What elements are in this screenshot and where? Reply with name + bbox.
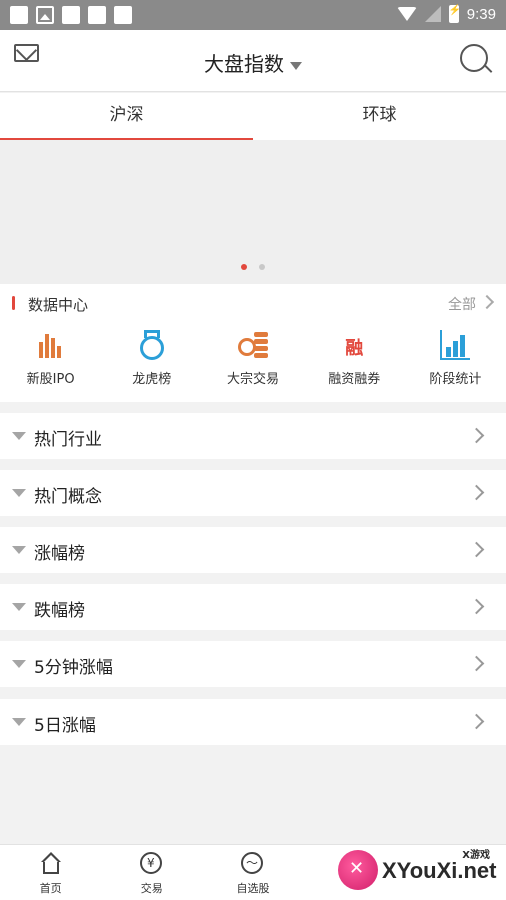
status-bar: 9:39: [0, 0, 506, 30]
section-marker: [12, 296, 15, 310]
section-row-losers[interactable]: 跌幅榜: [0, 584, 506, 630]
banner-carousel[interactable]: [0, 140, 506, 284]
yen-icon: ¥: [139, 852, 164, 876]
search-icon[interactable]: [460, 44, 493, 76]
collapse-triangle-icon: [12, 718, 26, 726]
ipo-icon: [36, 330, 66, 360]
no-signal-icon: [424, 6, 441, 22]
data-center-label: 大宗交易: [227, 372, 280, 387]
data-center-item-ipo[interactable]: 新股IPO: [0, 330, 101, 387]
notification-icon: [88, 6, 106, 24]
wifi-icon: [396, 7, 417, 21]
section-label: 5日涨幅: [34, 716, 96, 736]
section-label: 涨幅榜: [34, 544, 85, 564]
section-label: 跌幅榜: [34, 601, 85, 621]
data-center-label: 新股IPO: [26, 372, 75, 387]
chevron-right-icon: [468, 541, 485, 558]
market-tabs: 沪深 环球: [0, 93, 506, 140]
status-time: 9:39: [466, 5, 496, 23]
trend-icon: 〜: [241, 852, 265, 876]
notification-icon: [114, 6, 132, 24]
chevron-right-icon: [468, 598, 485, 615]
section-row-5min-gainers[interactable]: 5分钟涨幅: [0, 641, 506, 687]
tab-hushen[interactable]: 沪深: [0, 93, 253, 140]
nav-home[interactable]: 首页: [0, 845, 101, 900]
watermark-small-text: X游戏: [462, 850, 490, 861]
data-center-item-stats[interactable]: 阶段统计: [405, 330, 506, 387]
data-center-label: 阶段统计: [429, 372, 482, 387]
image-notification-icon: [36, 6, 54, 24]
bar-chart-icon: [440, 330, 471, 360]
collapse-triangle-icon: [12, 432, 26, 440]
section-label: 5分钟涨幅: [34, 658, 113, 678]
data-center-label: 龙虎榜: [132, 372, 172, 387]
medal-icon: [137, 330, 167, 360]
tab-global[interactable]: 环球: [253, 93, 506, 140]
chevron-right-icon: [468, 484, 485, 501]
section-row-gainers[interactable]: 涨幅榜: [0, 527, 506, 573]
carousel-dots: [0, 255, 506, 274]
coins-icon: [238, 330, 268, 360]
carousel-dot[interactable]: [258, 264, 265, 270]
section-row-hot-concept[interactable]: 热门概念: [0, 470, 506, 516]
home-icon: [39, 852, 63, 876]
chevron-right-icon[interactable]: [479, 294, 495, 310]
market-index-selector[interactable]: 大盘指数: [0, 48, 506, 77]
watermark: XYouXi.net X游戏: [332, 842, 506, 900]
chevron-right-icon: [468, 655, 485, 672]
nav-trade[interactable]: ¥ 交易: [101, 845, 202, 900]
data-center-item-margin[interactable]: 融 融资融券: [304, 330, 405, 387]
collapse-triangle-icon: [12, 489, 26, 497]
dropdown-caret-icon: [290, 61, 302, 70]
notification-icon: [10, 6, 28, 24]
chevron-right-icon: [468, 427, 485, 444]
chevron-right-icon: [468, 713, 485, 730]
margin-icon: 融: [345, 338, 364, 359]
data-center-item-block-trade[interactable]: 大宗交易: [202, 330, 303, 387]
section-row-hot-industry[interactable]: 热门行业: [0, 413, 506, 459]
carousel-dot-active[interactable]: [241, 264, 248, 270]
nav-watchlist[interactable]: 〜 自选股: [202, 845, 303, 900]
data-center-label: 融资融券: [328, 372, 381, 387]
nav-label: 首页: [39, 882, 62, 895]
collapse-triangle-icon: [12, 603, 26, 611]
battery-icon: [448, 5, 461, 23]
view-all-link[interactable]: 全部: [448, 294, 476, 314]
section-label: 热门概念: [34, 487, 102, 507]
nav-label: 交易: [140, 882, 163, 895]
data-center-item-dragon-tiger[interactable]: 龙虎榜: [101, 330, 202, 387]
collapse-triangle-icon: [12, 546, 26, 554]
page-title: 大盘指数: [204, 52, 284, 76]
data-center-title: 数据中心: [28, 296, 89, 314]
section-label: 热门行业: [34, 430, 102, 450]
data-center-panel: 数据中心 全部 新股IPO 龙虎榜 大宗交易 融 融资融券 阶段统计: [0, 284, 506, 402]
collapse-triangle-icon: [12, 660, 26, 668]
nav-label: 自选股: [236, 882, 270, 895]
notification-icon: [62, 6, 80, 24]
section-row-5day-gainers[interactable]: 5日涨幅: [0, 699, 506, 745]
watermark-logo-icon: [338, 850, 378, 890]
app-header: 大盘指数: [0, 30, 506, 92]
watermark-text: XYouXi.net: [382, 858, 497, 883]
